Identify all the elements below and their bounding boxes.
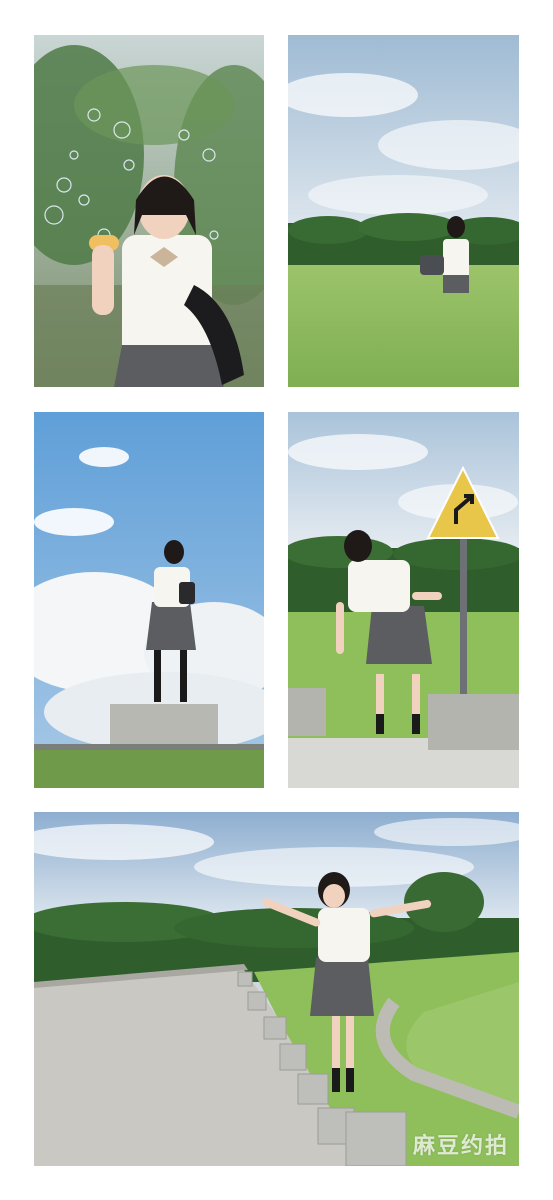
photo-road-sign-image xyxy=(288,412,519,788)
photo-bubbles-image xyxy=(34,35,264,387)
watermark-text: 麻豆约拍 xyxy=(412,1134,509,1159)
photo-sky-pedestal-image xyxy=(34,412,264,788)
photo-road-sign xyxy=(288,412,519,788)
photo-bubbles xyxy=(34,35,264,387)
photo-field-image xyxy=(288,35,519,387)
photo-curved-road-image xyxy=(34,812,519,1166)
photo-curved-road: 麻豆约拍 xyxy=(34,812,519,1166)
photo-sky-pedestal xyxy=(34,412,264,788)
photo-field xyxy=(288,35,519,387)
